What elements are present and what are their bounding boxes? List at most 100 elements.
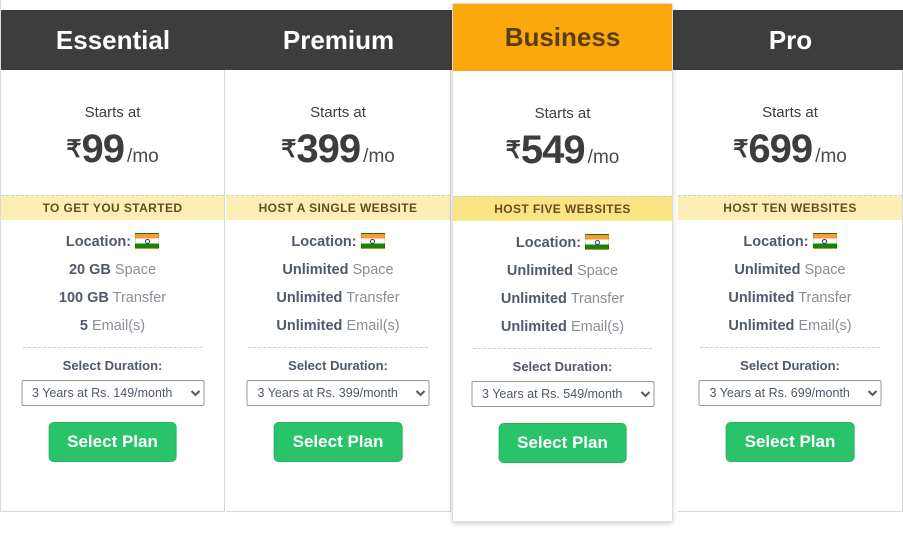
feature-value: 20 GB — [68, 262, 111, 278]
per-month-label: /mo — [815, 146, 847, 167]
feature-list: Location: Unlimited Space Unlimited Tran… — [226, 220, 450, 340]
india-flag-icon — [360, 233, 385, 249]
feature-location: Location: — [678, 220, 902, 256]
feature-value: Unlimited — [734, 262, 801, 278]
feature-space: Unlimited Space — [453, 257, 672, 285]
location-label: Location: — [515, 235, 582, 251]
feature-value: Unlimited — [500, 319, 567, 335]
price-amount: 399 — [296, 127, 361, 171]
starts-at-label: Starts at — [310, 104, 366, 121]
select-plan-button[interactable]: Select Plan — [725, 422, 855, 462]
plan-tagline: HOST TEN WEBSITES — [678, 195, 902, 220]
plan-title: Pro — [768, 25, 813, 55]
plan-tagline: TO GET YOU STARTED — [1, 195, 224, 220]
duration-select[interactable]: 3 Years at Rs. 149/month — [21, 380, 204, 406]
select-plan-button[interactable]: Select Plan — [273, 422, 403, 462]
feature-location: Location: — [1, 220, 224, 256]
feature-label: Space — [576, 263, 619, 279]
starts-at-label: Starts at — [762, 104, 818, 121]
feature-space: Unlimited Space — [678, 256, 902, 284]
location-label: Location: — [743, 234, 809, 250]
feature-list: Location: Unlimited Space Unlimited Tran… — [678, 220, 902, 340]
price-block: Starts at ₹699/mo — [678, 70, 902, 195]
select-duration-label: Select Duration: — [288, 358, 388, 373]
plan-tagline: HOST A SINGLE WEBSITE — [226, 195, 450, 220]
feature-label: Transfer — [346, 290, 400, 306]
price-line: ₹699/mo — [678, 127, 902, 180]
feature-label: Email(s) — [91, 318, 146, 334]
feature-transfer: Unlimited Transfer — [678, 284, 902, 312]
plan-tagline: HOST FIVE WEBSITES — [453, 196, 672, 221]
feature-space: 20 GB Space — [1, 256, 224, 284]
select-duration-label: Select Duration: — [512, 359, 613, 374]
price-block: Starts at ₹399/mo — [226, 70, 450, 195]
price-line: ₹549/mo — [453, 128, 672, 181]
section-divider — [248, 347, 428, 348]
feature-space: Unlimited Space — [226, 256, 450, 284]
price-line: ₹399/mo — [226, 127, 450, 180]
feature-value: Unlimited — [728, 318, 795, 334]
feature-label: Transfer — [570, 291, 625, 307]
feature-transfer: 100 GB Transfer — [1, 284, 224, 312]
price-amount: 699 — [748, 127, 813, 171]
duration-select[interactable]: 3 Years at Rs. 549/month — [471, 381, 654, 407]
feature-emails: 5 Email(s) — [1, 312, 224, 340]
plan-title: Premium — [282, 25, 395, 55]
ashoka-chakra-icon — [594, 239, 600, 245]
plan-body: Starts at ₹399/mo HOST A SINGLE WEBSITE … — [226, 70, 451, 512]
feature-location: Location: — [453, 221, 672, 257]
section-divider — [23, 347, 202, 348]
rupee-icon: ₹ — [281, 136, 297, 163]
feature-transfer: Unlimited Transfer — [453, 285, 672, 313]
feature-label: Transfer — [112, 290, 167, 306]
feature-list: Location: Unlimited Space Unlimited Tran… — [453, 221, 672, 341]
feature-value: Unlimited — [500, 291, 567, 307]
feature-label: Email(s) — [570, 319, 625, 335]
feature-label: Space — [352, 262, 394, 278]
price-block: Starts at ₹549/mo — [453, 71, 672, 196]
plan-title: Business — [453, 4, 672, 71]
plan-body: Starts at ₹699/mo HOST TEN WEBSITES Loca… — [678, 70, 903, 512]
ashoka-chakra-icon — [822, 238, 828, 244]
feature-value: 5 — [79, 318, 88, 334]
plan-title: Essential — [55, 25, 171, 55]
location-label: Location: — [291, 234, 357, 250]
rupee-icon: ₹ — [733, 136, 749, 163]
feature-value: Unlimited — [276, 318, 343, 334]
duration-select[interactable]: 3 Years at Rs. 699/month — [698, 380, 882, 406]
feature-emails: Unlimited Email(s) — [678, 312, 902, 340]
per-month-label: /mo — [587, 147, 620, 168]
feature-label: Transfer — [798, 290, 852, 306]
price-amount: 549 — [520, 128, 586, 172]
starts-at-label: Starts at — [84, 104, 141, 121]
plan-body: Starts at ₹99/mo TO GET YOU STARTED Loca… — [1, 70, 225, 512]
plan-column-pro: Pro Starts at ₹699/mo HOST TEN WEBSITES … — [678, 0, 903, 512]
feature-label: Space — [804, 262, 846, 278]
feature-emails: Unlimited Email(s) — [226, 312, 450, 340]
pricing-table: Essential Starts at ₹99/mo TO GET YOU ST… — [0, 0, 903, 539]
india-flag-icon — [812, 233, 837, 249]
feature-value: Unlimited — [506, 263, 573, 279]
section-divider — [473, 348, 652, 349]
feature-value: Unlimited — [282, 262, 349, 278]
feature-label: Email(s) — [346, 318, 400, 334]
feature-value: Unlimited — [276, 290, 343, 306]
select-duration-label: Select Duration: — [62, 358, 163, 373]
select-plan-button[interactable]: Select Plan — [48, 422, 177, 462]
price-line: ₹99/mo — [1, 127, 224, 180]
plan-column-premium: Premium Starts at ₹399/mo HOST A SINGLE … — [226, 0, 451, 512]
feature-location: Location: — [226, 220, 450, 256]
feature-transfer: Unlimited Transfer — [226, 284, 450, 312]
rupee-icon: ₹ — [66, 136, 82, 163]
price-amount: 99 — [81, 127, 125, 171]
plan-columns: Essential Starts at ₹99/mo TO GET YOU ST… — [0, 0, 903, 539]
select-plan-button[interactable]: Select Plan — [498, 423, 627, 463]
plan-body: Starts at ₹549/mo HOST FIVE WEBSITES Loc… — [453, 71, 672, 521]
plan-column-business: Business Starts at ₹549/mo HOST FIVE WEB… — [452, 3, 673, 522]
per-month-label: /mo — [127, 146, 159, 167]
ashoka-chakra-icon — [370, 238, 376, 244]
plan-column-essential: Essential Starts at ₹99/mo TO GET YOU ST… — [0, 0, 225, 512]
duration-select[interactable]: 3 Years at Rs. 399/month — [246, 380, 430, 406]
feature-label: Email(s) — [798, 318, 852, 334]
per-month-label: /mo — [363, 146, 395, 167]
